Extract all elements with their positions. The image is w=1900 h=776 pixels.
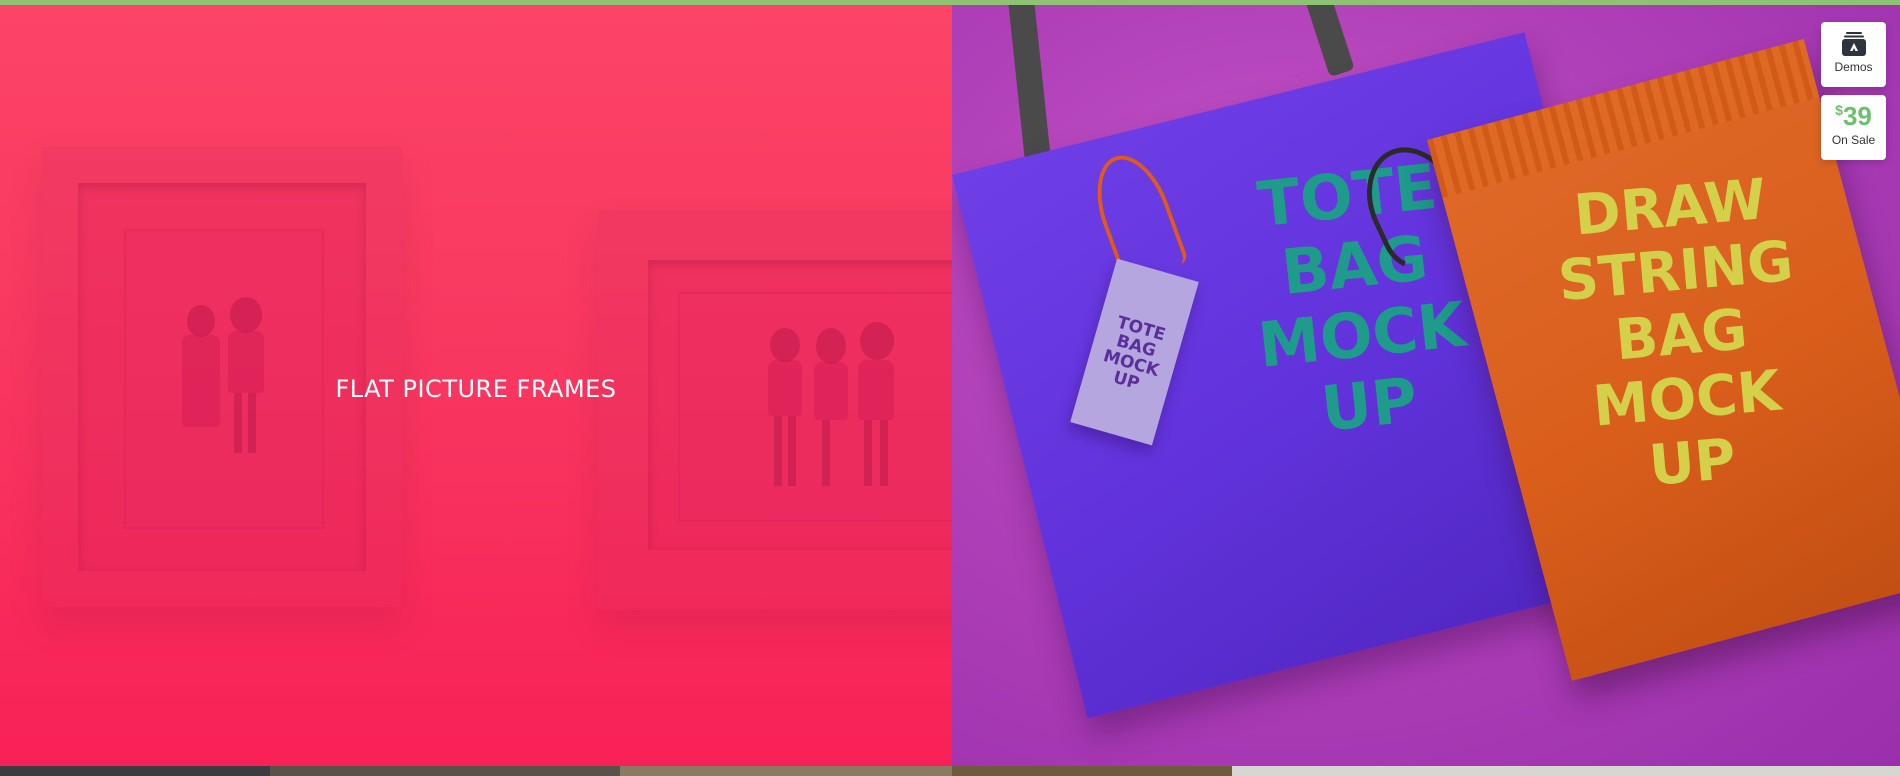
picture-frame-right — [598, 210, 952, 610]
portfolio-tile-bags[interactable]: TOTE BAG MOCK UP TOTE BAG MOCK UP DRAW S… — [952, 5, 1900, 766]
buy-now-button[interactable]: $39 On Sale — [1821, 95, 1886, 160]
price-currency: $ — [1835, 102, 1843, 118]
page: FLAT PICTURE FRAMES TOTE BAG MOCK UP TOT… — [0, 0, 1900, 776]
price-value: 39 — [1842, 101, 1872, 131]
hang-tag-print: TOTE BAG MOCK UP — [1101, 312, 1168, 395]
tote-strap-right — [1305, 5, 1355, 78]
demos-button[interactable]: Demos — [1821, 22, 1886, 87]
portfolio-tile-picture-frames[interactable]: FLAT PICTURE FRAMES — [0, 5, 952, 766]
tile-title[interactable]: FLAT PICTURE FRAMES — [0, 375, 952, 403]
stack-icon — [1841, 32, 1866, 56]
tote-strap-left — [1007, 5, 1053, 176]
on-sale-label: On Sale — [1831, 133, 1876, 147]
next-row-preview — [0, 766, 1900, 776]
top-accent-bar — [0, 0, 1900, 5]
demos-label: Demos — [1834, 60, 1873, 74]
price: $39 — [1821, 101, 1886, 131]
drawstring-bag-print: DRAW STRING BAG MOCK UP — [1555, 167, 1796, 500]
